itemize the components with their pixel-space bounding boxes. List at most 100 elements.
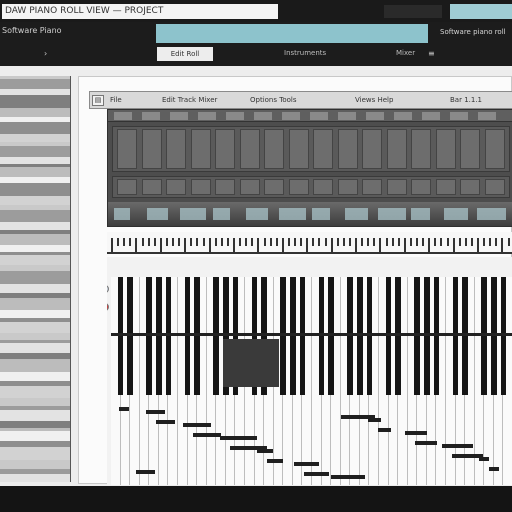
track-clip[interactable] — [337, 129, 358, 169]
track-clip[interactable] — [117, 179, 137, 195]
track-tool-icon[interactable] — [142, 112, 160, 120]
black-key[interactable] — [462, 277, 468, 395]
track-tool-icon[interactable] — [478, 112, 496, 120]
black-key[interactable] — [127, 277, 133, 395]
track-tool-icon[interactable] — [114, 112, 132, 120]
midi-note[interactable] — [415, 441, 437, 445]
midi-note[interactable] — [146, 410, 165, 414]
midi-note[interactable] — [193, 433, 221, 437]
track-clip[interactable] — [435, 179, 456, 195]
selected-region[interactable] — [223, 339, 279, 387]
track-clip[interactable] — [386, 179, 407, 195]
top-accent-button[interactable] — [450, 4, 512, 19]
black-key[interactable] — [165, 277, 172, 395]
black-key[interactable] — [194, 277, 200, 395]
black-key[interactable] — [385, 277, 392, 395]
track-clip[interactable] — [484, 129, 505, 169]
mute-icon[interactable] — [107, 285, 109, 293]
track-clip[interactable] — [264, 129, 284, 169]
track-tool-icon[interactable] — [394, 112, 412, 120]
track-clip[interactable] — [411, 129, 431, 169]
top-toolbar-button[interactable] — [384, 5, 442, 18]
menu-edit[interactable]: Edit Track Mixer — [162, 94, 242, 106]
track-tool-icon[interactable] — [338, 112, 356, 120]
track-clip[interactable] — [117, 129, 137, 169]
piano-roll-ruler[interactable] — [107, 232, 512, 254]
track-clip[interactable] — [190, 179, 211, 195]
black-key[interactable] — [356, 277, 363, 395]
black-key[interactable] — [289, 277, 296, 395]
black-key[interactable] — [280, 277, 287, 395]
track-tool-icon[interactable] — [198, 112, 216, 120]
black-key[interactable] — [328, 277, 334, 395]
midi-note[interactable] — [479, 457, 489, 461]
track-clip[interactable] — [460, 129, 480, 169]
track-clip[interactable] — [215, 179, 235, 195]
black-key[interactable] — [414, 277, 421, 395]
track-clip[interactable] — [264, 179, 284, 195]
track-clip[interactable] — [288, 129, 309, 169]
track-clip[interactable] — [288, 179, 309, 195]
menu-options[interactable]: Options Tools — [250, 94, 330, 106]
black-key[interactable] — [184, 277, 191, 395]
black-key[interactable] — [433, 277, 440, 395]
piano-roll[interactable] — [107, 257, 512, 485]
left-sidebar[interactable] — [0, 76, 71, 482]
track-clip[interactable] — [239, 129, 260, 169]
black-key[interactable] — [347, 277, 354, 395]
midi-note[interactable] — [294, 462, 319, 466]
black-key[interactable] — [490, 277, 497, 395]
midi-note[interactable] — [156, 420, 175, 424]
track-clip[interactable] — [166, 129, 186, 169]
track-row-2[interactable] — [112, 176, 510, 198]
black-key[interactable] — [423, 277, 430, 395]
track-clip[interactable] — [484, 179, 505, 195]
track-tool-icon[interactable] — [366, 112, 384, 120]
track-tool-icon[interactable] — [254, 112, 272, 120]
track-tool-icon[interactable] — [422, 112, 440, 120]
track-tool-icon[interactable] — [310, 112, 328, 120]
track-tool-icon[interactable] — [450, 112, 468, 120]
track-clip[interactable] — [337, 179, 358, 195]
track-name-field[interactable] — [156, 24, 428, 43]
track-clip[interactable] — [386, 129, 407, 169]
menu-icon[interactable]: ≡ — [428, 49, 442, 59]
midi-note[interactable] — [119, 407, 129, 411]
menu-views[interactable]: Views Help — [355, 94, 425, 106]
menu-file[interactable]: File — [110, 94, 160, 106]
midi-note[interactable] — [378, 428, 391, 432]
track-tool-icon[interactable] — [226, 112, 244, 120]
track-clip[interactable] — [239, 179, 260, 195]
midi-note[interactable] — [136, 470, 155, 474]
midi-note[interactable] — [368, 418, 381, 422]
track-tool-icon[interactable] — [282, 112, 300, 120]
black-key[interactable] — [213, 277, 220, 395]
tab-mixer[interactable]: Mixer — [396, 49, 415, 57]
midi-note[interactable] — [257, 449, 273, 453]
midi-note[interactable] — [220, 436, 257, 440]
black-key[interactable] — [117, 277, 124, 395]
midi-note[interactable] — [304, 472, 329, 476]
midi-note[interactable] — [267, 459, 283, 463]
track-clip[interactable] — [141, 129, 162, 169]
black-key[interactable] — [155, 277, 162, 395]
midi-note[interactable] — [183, 423, 211, 427]
black-key[interactable] — [481, 277, 488, 395]
black-key[interactable] — [299, 277, 306, 395]
track-clip[interactable] — [460, 179, 480, 195]
midi-note[interactable] — [405, 431, 427, 435]
track-clip[interactable] — [313, 179, 333, 195]
midi-note[interactable] — [442, 444, 473, 448]
record-icon[interactable] — [107, 303, 109, 311]
tab-instruments[interactable]: Instruments — [284, 49, 326, 57]
track-clip[interactable] — [362, 129, 382, 169]
piano-keyboard[interactable] — [111, 277, 512, 485]
black-key[interactable] — [395, 277, 401, 395]
track-clip[interactable] — [215, 129, 235, 169]
track-arranger[interactable] — [107, 109, 512, 227]
track-clip[interactable] — [166, 179, 186, 195]
track-clip[interactable] — [141, 179, 162, 195]
track-clip[interactable] — [313, 129, 333, 169]
black-key[interactable] — [452, 277, 459, 395]
black-key[interactable] — [318, 277, 325, 395]
